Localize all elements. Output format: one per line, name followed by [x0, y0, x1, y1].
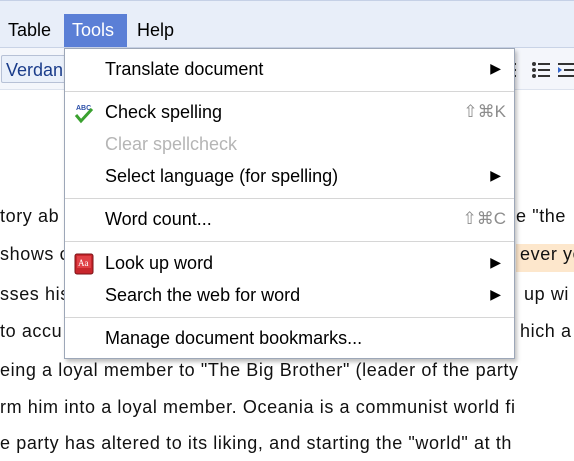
translate-label: Translate document — [105, 59, 264, 79]
doc-line-2-right: ever yo — [516, 244, 574, 272]
menu-bar: Table Tools Help — [0, 0, 574, 48]
check-spelling-label: Check spelling — [105, 102, 223, 122]
word-count-label: Word count... — [105, 209, 212, 229]
clear-spellcheck-label: Clear spellcheck — [105, 134, 238, 154]
submenu-arrow-icon: ▶ — [490, 254, 501, 270]
doc-line-3-left: sses his — [0, 284, 70, 304]
submenu-arrow-icon: ▶ — [490, 286, 501, 302]
font-family-select[interactable]: Verdan — [1, 55, 71, 83]
menu-item-search-web[interactable]: Search the web for word ▶ — [65, 281, 514, 311]
doc-line-4-left: to accu — [0, 321, 63, 341]
menu-item-manage-bookmarks[interactable]: Manage document bookmarks... — [65, 324, 514, 354]
word-count-shortcut: ⇧⌘C — [462, 209, 506, 228]
spellcheck-icon: ABC — [74, 105, 94, 124]
look-up-word-label: Look up word — [105, 253, 214, 273]
menu-item-look-up-word[interactable]: Aa Look up word ▶ — [65, 249, 514, 279]
doc-line-3-right: up wi — [524, 284, 570, 304]
doc-line-1-right: e "the — [516, 206, 567, 226]
menu-separator — [65, 317, 514, 318]
tools-dropdown-menu: Translate document ▶ ABC Check spelling … — [64, 48, 515, 359]
menu-item-select-language[interactable]: Select language (for spelling) ▶ — [65, 162, 514, 192]
select-language-label: Select language (for spelling) — [105, 166, 339, 186]
bullet-list-icon[interactable] — [530, 59, 552, 81]
menu-separator — [65, 91, 514, 92]
submenu-arrow-icon: ▶ — [490, 167, 501, 183]
search-web-label: Search the web for word — [105, 285, 301, 305]
menu-item-word-count[interactable]: Word count... ⇧⌘C — [65, 205, 514, 235]
menu-separator — [65, 198, 514, 199]
menu-help[interactable]: Help — [129, 14, 182, 47]
menu-table[interactable]: Table — [0, 14, 59, 47]
doc-line-5: eing a loyal member to "The Big Brother"… — [0, 360, 519, 380]
menu-item-clear-spellcheck: Clear spellcheck — [65, 130, 514, 160]
doc-line-2-left: shows c — [0, 244, 70, 264]
indent-icon[interactable] — [556, 59, 574, 81]
menu-tools[interactable]: Tools — [64, 14, 127, 47]
menu-separator — [65, 241, 514, 242]
doc-line-4-right: hich a — [520, 321, 572, 341]
doc-line-7: e party has altered to its liking, and s… — [0, 433, 513, 453]
menu-item-translate-document[interactable]: Translate document ▶ — [65, 55, 514, 85]
doc-line-1-left: tory ab — [0, 206, 60, 226]
menu-item-check-spelling[interactable]: ABC Check spelling ⇧⌘K — [65, 98, 514, 128]
submenu-arrow-icon: ▶ — [490, 60, 501, 76]
check-spelling-shortcut: ⇧⌘K — [463, 102, 506, 121]
doc-line-6: rm him into a loyal member. Oceania is a… — [0, 397, 516, 417]
dictionary-icon: Aa — [74, 253, 94, 275]
manage-bookmarks-label: Manage document bookmarks... — [105, 328, 363, 348]
svg-text:Aa: Aa — [78, 258, 89, 268]
